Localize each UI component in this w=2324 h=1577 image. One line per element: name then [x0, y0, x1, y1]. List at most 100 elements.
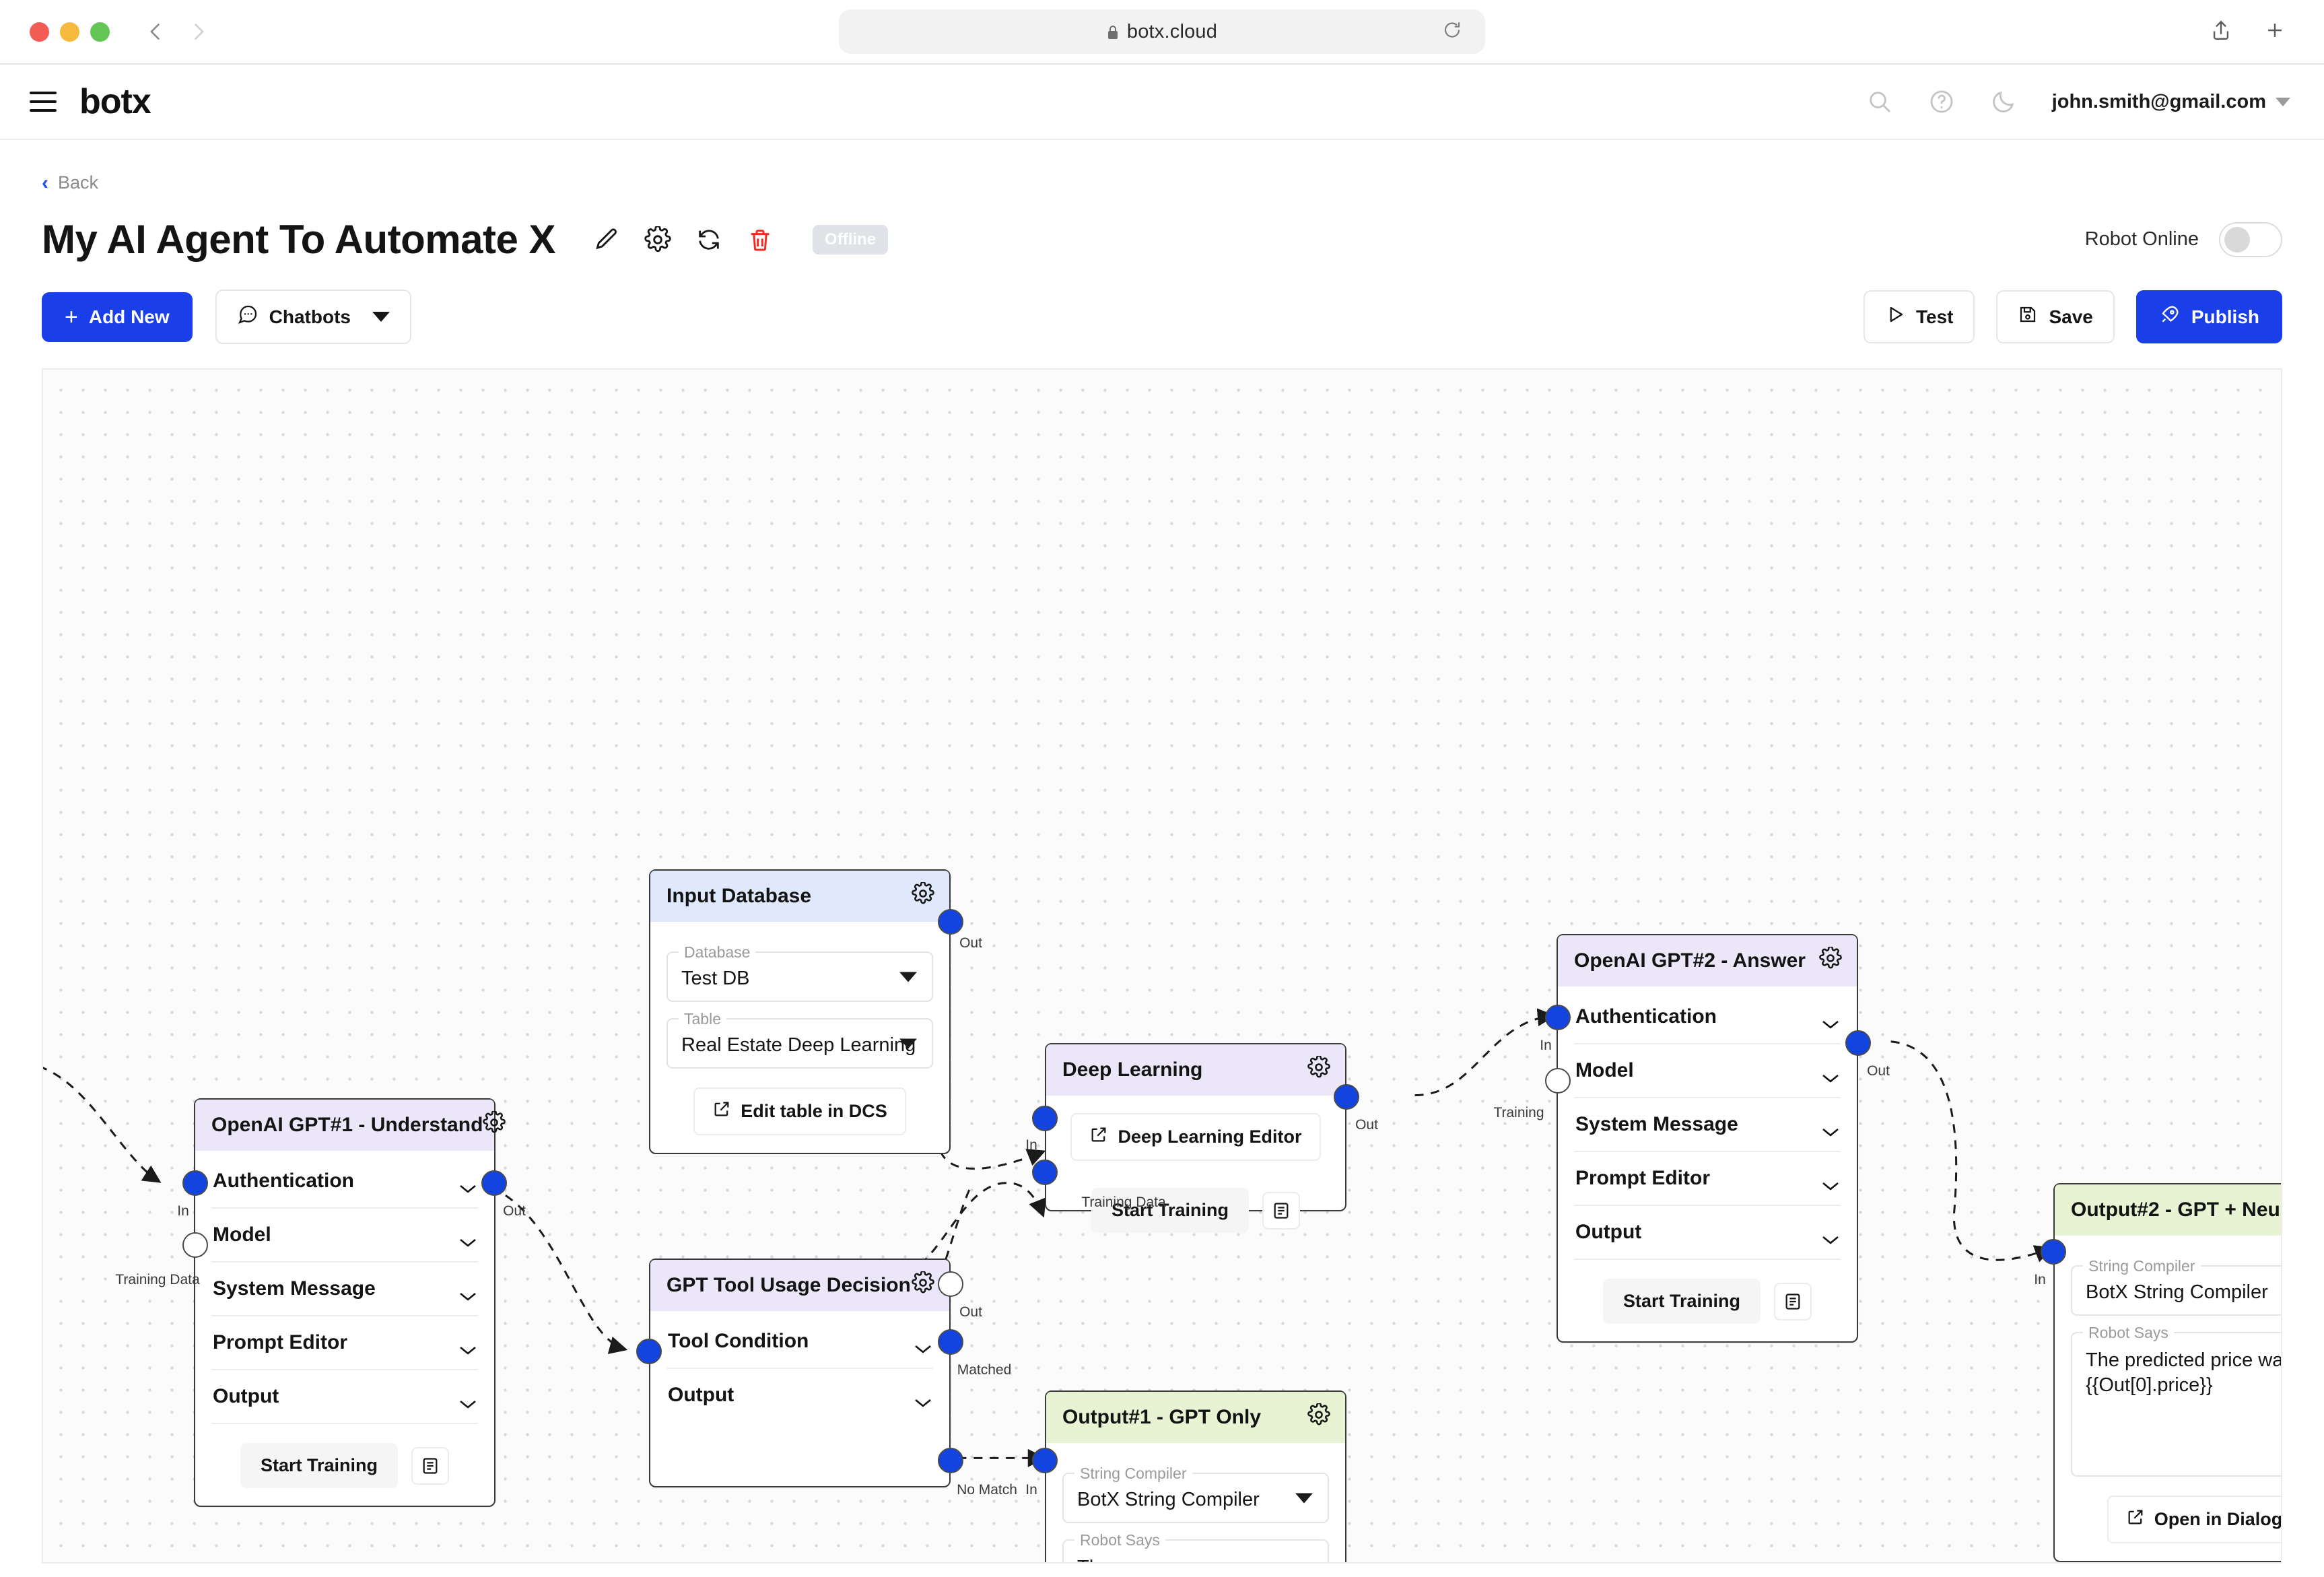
- flow-canvas[interactable]: Input Database Database Test DB Table Re…: [42, 368, 2282, 1564]
- gear-icon[interactable]: [1307, 1056, 1330, 1084]
- logs-icon[interactable]: [1774, 1283, 1812, 1320]
- section-authentication[interactable]: Authentication: [1574, 991, 1841, 1044]
- database-select[interactable]: Database Test DB: [667, 951, 933, 1002]
- gear-icon[interactable]: [644, 226, 671, 253]
- table-select[interactable]: Table Real Estate Deep Learning: [667, 1018, 933, 1069]
- new-tab-icon[interactable]: [2263, 19, 2286, 45]
- deep-learning-editor-button[interactable]: Deep Learning Editor: [1070, 1113, 1320, 1161]
- share-icon[interactable]: [2210, 19, 2232, 45]
- logs-icon[interactable]: [411, 1447, 449, 1485]
- port-tool-decision-in[interactable]: [636, 1339, 662, 1364]
- search-icon[interactable]: [1866, 88, 1893, 115]
- status-badge: Offline: [813, 225, 888, 255]
- section-prompt-editor[interactable]: Prompt Editor: [211, 1316, 478, 1370]
- port-label-out: Out: [503, 1203, 526, 1219]
- minimize-window-button[interactable]: [60, 22, 79, 42]
- edit-table-in-dcs-button[interactable]: Edit table in DCS: [693, 1087, 906, 1135]
- robot-says-textarea[interactable]: Robot Says The answer: {{NoMatch[0].gpt_…: [1062, 1539, 1329, 1564]
- port-gpt2-training[interactable]: [1545, 1068, 1571, 1094]
- chevron-down-icon: [899, 972, 917, 982]
- pencil-icon[interactable]: [593, 226, 620, 253]
- publish-button[interactable]: Publish: [2136, 290, 2282, 343]
- section-output[interactable]: Output: [1574, 1206, 1841, 1260]
- section-tool-condition[interactable]: Tool Condition: [667, 1315, 933, 1369]
- port-tool-decision-out[interactable]: [938, 1271, 963, 1297]
- back-link[interactable]: ‹ Back: [42, 140, 2282, 193]
- string-compiler-value: BotX String Compiler: [2086, 1281, 2268, 1303]
- refresh-icon[interactable]: [695, 226, 722, 253]
- trash-icon[interactable]: [747, 226, 774, 253]
- node-title: OpenAI GPT#2 - Answer: [1574, 949, 1806, 972]
- port-label-out: Out: [1867, 1063, 1890, 1079]
- node-gpt-tool-usage-decision[interactable]: GPT Tool Usage Decision Tool Condition O…: [649, 1259, 951, 1487]
- section-output[interactable]: Output: [211, 1370, 478, 1424]
- port-label-matched: Matched: [957, 1362, 1012, 1378]
- maximize-window-button[interactable]: [90, 22, 110, 42]
- string-compiler-select[interactable]: String Compiler BotX String Compiler: [2071, 1265, 2282, 1316]
- user-menu[interactable]: john.smith@gmail.com: [2052, 91, 2290, 113]
- section-label: Output: [1575, 1221, 1641, 1244]
- user-email-label: john.smith@gmail.com: [2052, 91, 2266, 113]
- gear-icon[interactable]: [483, 1111, 506, 1139]
- node-input-database[interactable]: Input Database Database Test DB Table Re…: [649, 869, 951, 1154]
- port-output2-in[interactable]: [2041, 1239, 2066, 1265]
- reload-icon[interactable]: [1442, 20, 1462, 44]
- port-gpt1-training-data[interactable]: [182, 1232, 208, 1258]
- test-button[interactable]: Test: [1864, 290, 1975, 343]
- hamburger-icon[interactable]: [30, 92, 57, 112]
- section-system-message[interactable]: System Message: [1574, 1098, 1841, 1152]
- section-label: Authentication: [213, 1170, 354, 1193]
- port-gpt2-out[interactable]: [1845, 1030, 1871, 1056]
- port-gpt2-in[interactable]: [1545, 1005, 1571, 1030]
- port-deep-learning-training-data[interactable]: [1032, 1160, 1058, 1185]
- gear-icon[interactable]: [912, 882, 934, 910]
- start-training-button[interactable]: Start Training: [1603, 1279, 1761, 1324]
- node-title: GPT Tool Usage Decision: [667, 1274, 911, 1297]
- port-tool-decision-matched[interactable]: [938, 1329, 963, 1355]
- section-label: System Message: [213, 1277, 376, 1300]
- open-in-dialog-editor-button[interactable]: Open in Dialog: [2107, 1496, 2282, 1543]
- section-authentication[interactable]: Authentication: [211, 1155, 478, 1209]
- gear-icon[interactable]: [1819, 947, 1842, 975]
- logs-icon[interactable]: [1262, 1192, 1300, 1230]
- robot-online-toggle[interactable]: [2219, 222, 2282, 257]
- node-openai-gpt1[interactable]: OpenAI GPT#1 - Understand Authentication…: [194, 1098, 495, 1507]
- node-output2-gpt-plus-neural[interactable]: Output#2 - GPT + Neu String Compiler Bot…: [2053, 1183, 2282, 1562]
- section-prompt-editor[interactable]: Prompt Editor: [1574, 1152, 1841, 1206]
- gear-icon[interactable]: [1307, 1403, 1330, 1432]
- save-button[interactable]: Save: [1996, 290, 2114, 343]
- port-deep-learning-out[interactable]: [1334, 1084, 1359, 1110]
- node-header: OpenAI GPT#1 - Understand: [195, 1100, 494, 1151]
- robot-says-textarea[interactable]: Robot Says The predicted price wa {{Out[…: [2071, 1332, 2282, 1477]
- chevron-down-icon: [1822, 1228, 1839, 1238]
- node-openai-gpt2[interactable]: OpenAI GPT#2 - Answer Authentication Mod…: [1557, 934, 1858, 1343]
- brand-logo[interactable]: botx: [79, 81, 151, 122]
- port-deep-learning-in[interactable]: [1032, 1106, 1058, 1131]
- chevron-down-icon: [459, 1230, 477, 1240]
- address-bar[interactable]: botx.cloud: [839, 9, 1485, 54]
- port-output1-in[interactable]: [1032, 1448, 1058, 1473]
- section-model[interactable]: Model: [1574, 1044, 1841, 1098]
- section-system-message[interactable]: System Message: [211, 1263, 478, 1316]
- chatbots-dropdown[interactable]: Chatbots: [215, 290, 411, 344]
- gear-icon[interactable]: [912, 1271, 934, 1300]
- string-compiler-select[interactable]: String Compiler BotX String Compiler: [1062, 1473, 1329, 1523]
- section-model[interactable]: Model: [211, 1209, 478, 1263]
- node-deep-learning[interactable]: Deep Learning Deep Learning Editor Start…: [1045, 1043, 1346, 1211]
- moon-icon[interactable]: [1990, 88, 2017, 115]
- port-tool-decision-no-match[interactable]: [938, 1448, 963, 1473]
- port-gpt1-out[interactable]: [481, 1170, 507, 1196]
- chevron-down-icon: [459, 1392, 477, 1402]
- section-output[interactable]: Output: [667, 1369, 933, 1421]
- browser-back-icon[interactable]: [145, 20, 168, 43]
- start-training-button[interactable]: Start Training: [240, 1443, 398, 1488]
- browser-forward-icon[interactable]: [186, 20, 209, 43]
- port-input-database-out[interactable]: [938, 909, 963, 935]
- node-output1-gpt-only[interactable]: Output#1 - GPT Only String Compiler BotX…: [1045, 1390, 1346, 1564]
- help-icon[interactable]: [1928, 88, 1955, 115]
- add-new-button[interactable]: + Add New: [42, 292, 193, 342]
- robot-online-label: Robot Online: [2085, 228, 2199, 250]
- section-label: Prompt Editor: [213, 1331, 347, 1354]
- close-window-button[interactable]: [30, 22, 49, 42]
- port-gpt1-in[interactable]: [182, 1170, 208, 1196]
